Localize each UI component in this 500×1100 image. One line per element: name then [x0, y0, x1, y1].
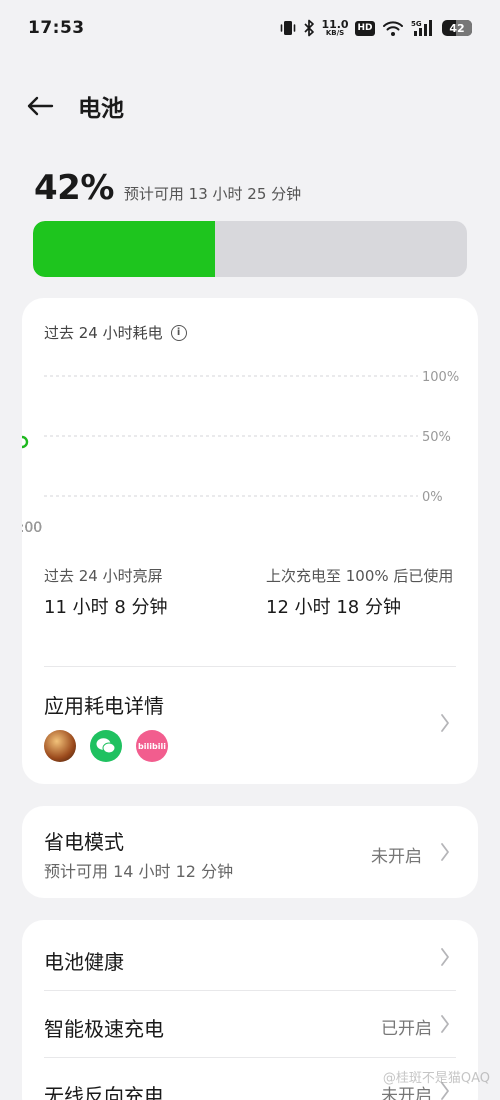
screen-on-label: 过去 24 小时亮屏 — [44, 567, 163, 585]
battery-estimate: 预计可用 13 小时 25 分钟 — [123, 185, 302, 203]
battery-icon: 42 — [442, 20, 472, 36]
battery-usage-chart: 100%50%0%20:0000:0004:0008:0012:0016:00 — [22, 298, 459, 536]
power-saving-status: 未开启 — [371, 847, 422, 867]
screen-on-stat: 过去 24 小时亮屏 11 小时 8 分钟 — [44, 564, 254, 619]
divider — [44, 666, 456, 667]
chevron-right-icon — [438, 841, 452, 863]
usage-card: 过去 24 小时耗电 i 100%50%0%20:0000:0004:0008:… — [22, 298, 478, 784]
signal-icon: 5G — [411, 19, 435, 37]
battery-level-fill — [33, 221, 216, 277]
status-icons: 11.0 KB/S HD 5G 42 — [280, 19, 472, 37]
header: 电池 — [24, 86, 124, 126]
since-full-charge-stat: 上次充电至 100% 后已使用 12 小时 18 分钟 — [266, 564, 466, 619]
wifi-icon — [382, 19, 404, 37]
smart-fast-charge-status: 已开启 — [381, 1019, 432, 1039]
vibrate-icon — [280, 19, 296, 37]
chevron-right-icon — [438, 1013, 452, 1035]
x-tick-label: 16:00 — [22, 520, 42, 536]
since-full-charge-value: 12 小时 18 分钟 — [266, 597, 401, 618]
signal-label: 5G — [411, 20, 422, 28]
wireless-reverse-charge-title: 无线反向充电 — [44, 1084, 164, 1100]
chevron-right-icon — [438, 946, 452, 968]
battery-level-bar — [33, 221, 467, 277]
power-saving-subtitle: 预计可用 14 小时 12 分钟 — [44, 862, 234, 881]
watermark: @桂斑不是猫QAQ — [382, 1071, 490, 1086]
bluetooth-icon — [303, 19, 315, 37]
battery-health-row[interactable]: 电池健康 — [22, 924, 478, 991]
battery-summary: 42% 预计可用 13 小时 25 分钟 — [34, 168, 301, 208]
chevron-right-icon — [438, 712, 452, 734]
y-tick-label: 0% — [422, 490, 443, 505]
app-icons: bilibili — [44, 730, 168, 762]
power-saving-row[interactable]: 省电模式 预计可用 14 小时 12 分钟 未开启 — [22, 806, 478, 898]
power-saving-title: 省电模式 — [44, 830, 124, 854]
net-speed-indicator: 11.0 KB/S — [321, 19, 348, 37]
since-full-charge-label: 上次充电至 100% 后已使用 — [266, 567, 454, 585]
battery-percent: 42% — [34, 168, 114, 208]
bilibili-app-icon: bilibili — [136, 730, 168, 762]
battery-icon-level: 42 — [449, 21, 465, 35]
screen-on-value: 11 小时 8 分钟 — [44, 597, 168, 618]
app-usage-details-row[interactable]: 应用耗电详情 bilibili — [22, 668, 478, 778]
smart-fast-charge-title: 智能极速充电 — [44, 1017, 164, 1041]
smart-fast-charge-row[interactable]: 智能极速充电 已开启 — [22, 991, 478, 1058]
page-title: 电池 — [78, 96, 124, 122]
status-bar: 17:53 11.0 KB/S HD 5G 42 — [0, 0, 500, 56]
y-tick-label: 50% — [422, 430, 451, 445]
app-usage-details-title: 应用耗电详情 — [44, 694, 164, 718]
chart-current-point — [22, 435, 29, 449]
net-speed-unit: KB/S — [325, 29, 345, 37]
battery-health-title: 电池健康 — [44, 950, 124, 974]
wechat-app-icon — [90, 730, 122, 762]
back-button[interactable] — [24, 90, 56, 122]
y-tick-label: 100% — [422, 370, 459, 385]
back-arrow-icon — [27, 96, 54, 116]
status-time: 17:53 — [28, 18, 85, 38]
game-app-icon — [44, 730, 76, 762]
hd-icon: HD — [355, 20, 375, 36]
